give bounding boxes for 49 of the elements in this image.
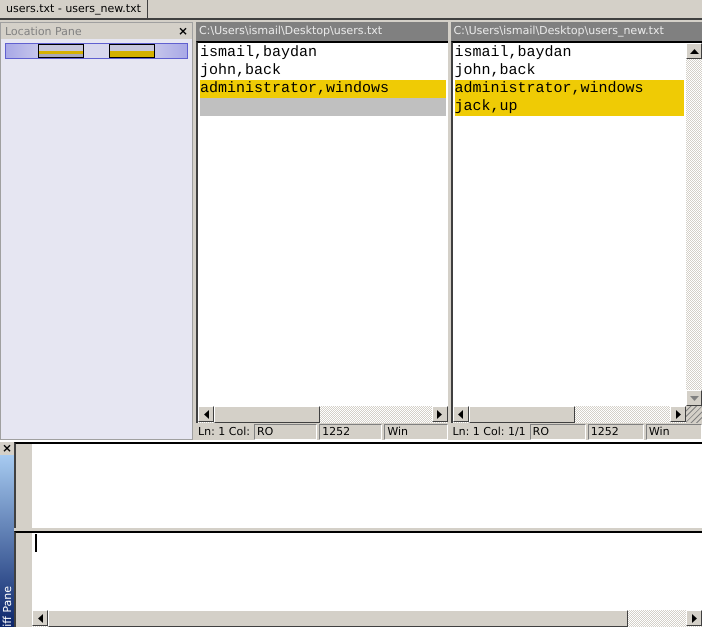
- location-column-drawing: [108, 44, 155, 58]
- scroll-right-button[interactable]: [432, 406, 448, 422]
- status-field: RO: [530, 424, 586, 440]
- resize-grip-icon[interactable]: [686, 406, 702, 423]
- text-cursor: [35, 534, 37, 552]
- close-button[interactable]: ×: [0, 442, 14, 455]
- right-arrow-icon: [676, 410, 680, 418]
- scroll-up-button[interactable]: [686, 43, 702, 59]
- status-field: 1252: [588, 424, 644, 440]
- text-line: john,back: [200, 62, 282, 80]
- scroll-right-button[interactable]: [686, 610, 702, 626]
- file-path-header: C:\Users\ismail\Desktop\users_new.txt: [450, 22, 702, 41]
- scroll-thumb[interactable]: [214, 406, 320, 423]
- location-column-drawing: [38, 44, 84, 58]
- text-line: ismail,baydan: [200, 44, 318, 62]
- scroll-thumb[interactable]: [468, 406, 574, 423]
- horizontal-scrollbar[interactable]: [196, 406, 448, 423]
- status-field: 1252: [319, 424, 382, 440]
- scroll-right-button[interactable]: [670, 406, 686, 422]
- left-arrow-icon: [38, 614, 42, 622]
- up-arrow-icon: [690, 48, 698, 54]
- diff-view[interactable]: [14, 531, 702, 627]
- status-field: Ln: 1 Col: 1/1: [450, 424, 528, 438]
- status-field: Win: [646, 424, 702, 440]
- vertical-scrollbar[interactable]: [686, 43, 702, 406]
- text-editor[interactable]: ismail,baydan john,back administrator,windows: [198, 43, 448, 406]
- left-arrow-icon: [458, 410, 463, 418]
- text-line: john,back: [454, 62, 537, 80]
- text-editor[interactable]: ismail,baydan john,back administrator,windows jack,up: [452, 43, 686, 406]
- left-arrow-icon: [204, 410, 208, 418]
- close-button[interactable]: ×: [178, 24, 188, 38]
- scroll-left-button[interactable]: [452, 406, 468, 422]
- scroll-down-button[interactable]: [686, 390, 702, 406]
- pane-title: iff Pane: [0, 586, 14, 627]
- scroll-thumb[interactable]: [48, 610, 628, 627]
- file-path-header: C:\Users\ismail\Desktop\users.txt: [196, 22, 448, 41]
- scroll-left-button[interactable]: [32, 610, 48, 626]
- down-arrow-icon: [690, 396, 698, 400]
- scroll-left-button[interactable]: [198, 406, 214, 422]
- status-field: RO: [254, 424, 318, 440]
- right-arrow-icon: [437, 410, 442, 418]
- pane-title: Location Pane: [5, 24, 82, 38]
- diff-view[interactable]: [14, 442, 702, 528]
- status-field: Ln: 1 Col:: [196, 424, 252, 438]
- location-bar[interactable]: [5, 43, 188, 59]
- horizontal-scrollbar[interactable]: [450, 406, 702, 423]
- text-line: ismail,baydan: [454, 44, 573, 62]
- right-arrow-icon: [692, 614, 696, 622]
- status-field: Win: [384, 424, 448, 440]
